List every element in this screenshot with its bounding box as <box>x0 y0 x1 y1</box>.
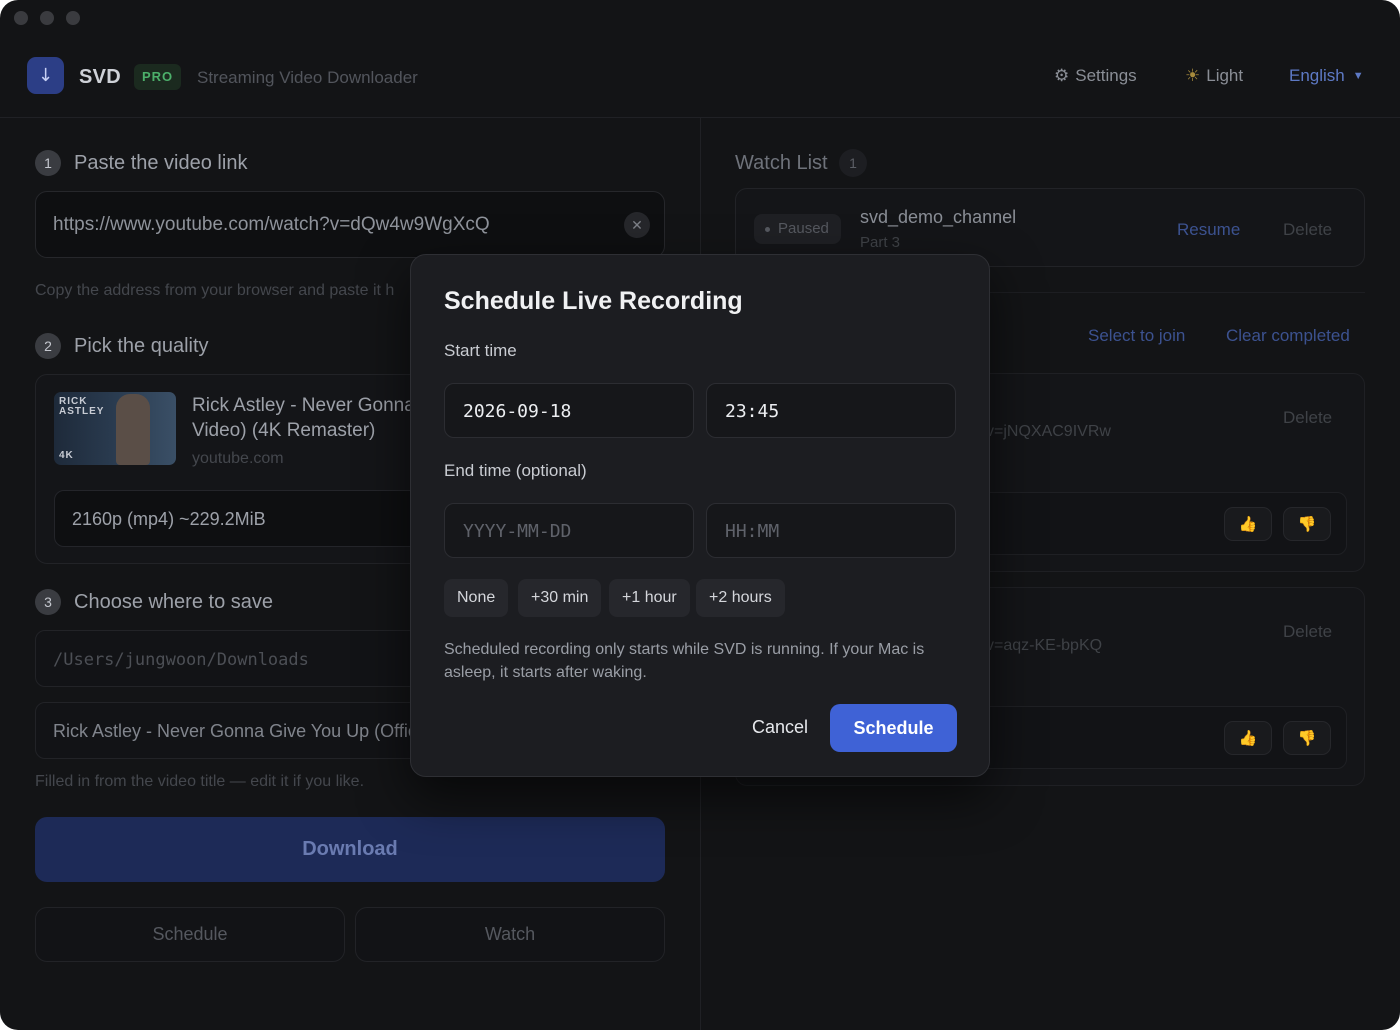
start-date-input[interactable]: 2026-09-18 <box>444 383 694 438</box>
schedule-recording-dialog: Schedule Live Recording Start time 2026-… <box>410 254 990 777</box>
end-date-placeholder: YYYY-MM-DD <box>463 521 572 542</box>
end-date-input[interactable]: YYYY-MM-DD <box>444 503 694 558</box>
dialog-title: Schedule Live Recording <box>444 287 743 315</box>
preset-1hour-button[interactable]: +1 hour <box>609 579 690 617</box>
end-time-input[interactable]: HH:MM <box>706 503 956 558</box>
end-time-placeholder: HH:MM <box>725 521 780 542</box>
end-time-label: End time (optional) <box>444 461 587 480</box>
start-time-label: Start time <box>444 341 517 360</box>
preset-none-button[interactable]: None <box>444 579 509 617</box>
confirm-schedule-button[interactable]: Schedule <box>830 704 957 752</box>
app-window: ↓ SVD PRO Streaming Video Downloader ⚙ S… <box>0 0 1400 1030</box>
preset-2hours-button[interactable]: +2 hours <box>696 579 785 617</box>
cancel-button[interactable]: Cancel <box>752 717 808 738</box>
preset-30min-button[interactable]: +30 min <box>518 579 602 617</box>
start-time-value: 23:45 <box>725 401 780 422</box>
start-time-input[interactable]: 23:45 <box>706 383 956 438</box>
schedule-note: Scheduled recording only starts while SV… <box>444 641 925 681</box>
start-date-value: 2026-09-18 <box>463 401 572 422</box>
